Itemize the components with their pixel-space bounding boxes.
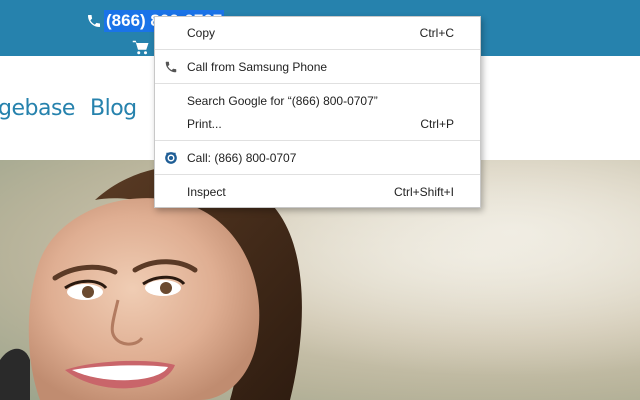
phone-handset-icon bbox=[165, 61, 177, 73]
menu-item-call-samsung-label: Call from Samsung Phone bbox=[187, 60, 328, 74]
cart-icon[interactable] bbox=[132, 40, 150, 55]
menu-separator bbox=[155, 83, 480, 84]
menu-item-inspect[interactable]: Inspect Ctrl+Shift+I bbox=[155, 181, 480, 203]
nav-item-blog[interactable]: Blog bbox=[90, 96, 137, 121]
menu-separator bbox=[155, 140, 480, 141]
context-menu: Copy Ctrl+C Call from Samsung Phone Sear… bbox=[154, 16, 481, 208]
menu-item-inspect-label: Inspect bbox=[187, 185, 226, 199]
menu-item-call-label: Call: (866) 800-0707 bbox=[187, 151, 297, 165]
menu-item-search-google[interactable]: Search Google for “(866) 800-0707” bbox=[155, 90, 480, 112]
menu-item-copy[interactable]: Copy Ctrl+C bbox=[155, 22, 480, 44]
menu-item-print-shortcut: Ctrl+P bbox=[420, 117, 454, 131]
nav-item-knowledgebase[interactable]: gebase bbox=[0, 96, 75, 121]
menu-item-call-samsung[interactable]: Call from Samsung Phone bbox=[155, 56, 480, 78]
menu-separator bbox=[155, 174, 480, 175]
call-app-icon bbox=[165, 152, 177, 164]
phone-icon bbox=[88, 15, 100, 27]
menu-item-call[interactable]: Call: (866) 800-0707 bbox=[155, 147, 480, 169]
menu-item-copy-shortcut: Ctrl+C bbox=[419, 26, 454, 40]
menu-item-print-label: Print... bbox=[187, 117, 222, 131]
menu-item-inspect-shortcut: Ctrl+Shift+I bbox=[393, 185, 454, 199]
menu-separator bbox=[155, 49, 480, 50]
menu-item-copy-label: Copy bbox=[187, 26, 216, 40]
menu-item-print[interactable]: Print... Ctrl+P bbox=[155, 113, 480, 135]
menu-item-search-google-label: Search Google for “(866) 800-0707” bbox=[187, 94, 378, 108]
